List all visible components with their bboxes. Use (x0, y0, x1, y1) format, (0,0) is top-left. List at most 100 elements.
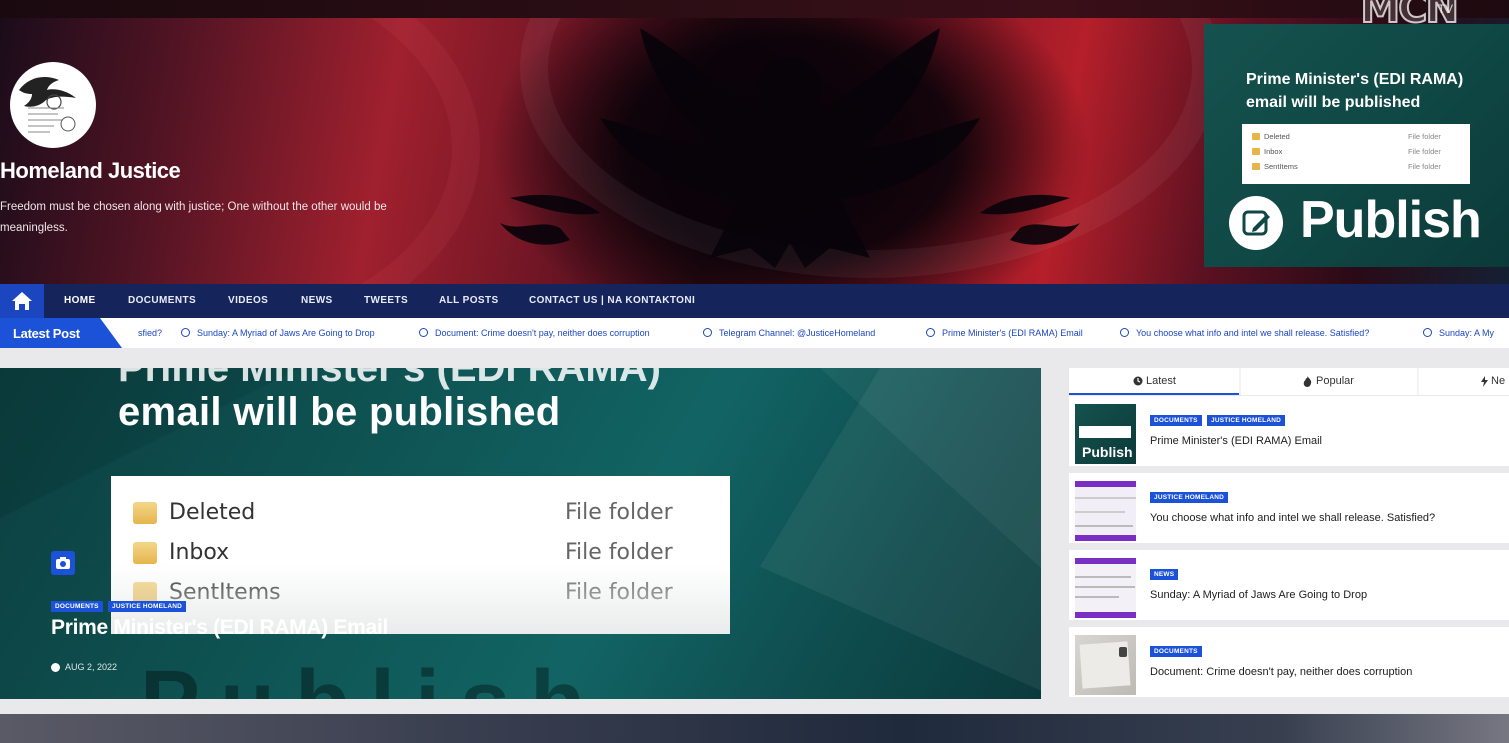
channel-watermark-sub: TV (1437, 2, 1453, 16)
clock-icon (703, 328, 712, 337)
thumb-bar (1075, 535, 1136, 541)
folder-icon (1252, 133, 1260, 140)
hero-file-row: SentItems File folder (133, 578, 713, 608)
category-badge[interactable]: NEWS (1150, 569, 1179, 580)
site-title[interactable]: Homeland Justice (0, 158, 181, 184)
hero-file-type: File folder (565, 540, 673, 565)
hero-top-text: Prime Minister's (EDI RAMA) (118, 368, 661, 390)
post-thumbnail (1075, 558, 1136, 618)
tab-popular[interactable]: Popular (1241, 368, 1417, 395)
ticker-item[interactable]: Document: Crime doesn't pay, neither doe… (435, 328, 650, 338)
tab-label: Popular (1316, 375, 1354, 387)
featured-post[interactable]: Prime Minister's (EDI RAMA) email will b… (0, 368, 1041, 699)
nav-item-all-posts[interactable]: ALL POSTS (439, 295, 499, 306)
category-badge[interactable]: DOCUMENTS (51, 601, 103, 612)
hero-title[interactable]: Prime Minister's (EDI RAMA) Email (51, 616, 388, 640)
clock-icon (51, 663, 60, 672)
thumb-line (1075, 497, 1136, 499)
camera-icon (51, 551, 75, 575)
site-header: Homeland Justice Freedom must be chosen … (0, 18, 1509, 284)
category-badge[interactable]: JUSTICE HOMELAND (1207, 415, 1286, 426)
nav-item-home[interactable]: HOME (64, 295, 96, 306)
thumb-line (1075, 511, 1125, 513)
post-title[interactable]: You choose what info and intel we shall … (1150, 512, 1435, 524)
promo-publish-text: Publish (1300, 191, 1482, 249)
clock-icon (1423, 328, 1432, 337)
thumb-line (1075, 525, 1133, 527)
latest-post-ticker: sfied? Sunday: A Myriad of Jaws Are Goin… (0, 318, 1509, 348)
sidebar-post[interactable]: JUSTICE HOMELAND You choose what info an… (1069, 473, 1509, 543)
flag-wave (0, 18, 480, 284)
tab-label: Ne (1491, 375, 1506, 387)
tab-new[interactable]: Ne (1419, 368, 1509, 395)
hero-file-list: Deleted File folder Inbox File folder Se… (111, 476, 730, 634)
category-badge[interactable]: DOCUMENTS (1150, 415, 1202, 426)
promo-file-name: Deleted (1264, 132, 1290, 141)
ticker-item[interactable]: Telegram Channel: @JusticeHomeland (719, 328, 875, 338)
home-icon (12, 292, 32, 310)
ticker-item[interactable]: Sunday: A My (1439, 328, 1494, 338)
eagle-emblem-icon (500, 28, 1080, 268)
thumb-photo (1119, 647, 1127, 657)
folder-icon (133, 502, 157, 524)
nav-item-documents[interactable]: DOCUMENTS (128, 295, 196, 306)
post-thumbnail (1075, 635, 1136, 695)
folder-icon (1252, 163, 1260, 170)
thumb-line (1075, 586, 1135, 588)
sidebar-tabs: Latest Popular Ne (1069, 368, 1509, 395)
ticker-item[interactable]: sfied? (138, 328, 162, 338)
ticker-item[interactable]: Prime Minister's (EDI RAMA) Email (942, 328, 1083, 338)
nav-item-tweets[interactable]: TWEETS (364, 295, 408, 306)
hero-file-row: Deleted File folder (133, 498, 713, 528)
ticker-label-text: Latest Post (13, 326, 80, 341)
ticker-item[interactable]: You choose what info and intel we shall … (1136, 328, 1369, 338)
post-title[interactable]: Prime Minister's (EDI RAMA) Email (1150, 435, 1322, 447)
clock-icon (419, 328, 428, 337)
hero-file-name: Inbox (169, 540, 230, 565)
site-tagline: Freedom must be chosen along with justic… (0, 201, 387, 234)
tab-latest[interactable]: Latest (1069, 368, 1239, 395)
thumb-publish-text: Publish (1082, 444, 1133, 460)
folder-icon (133, 542, 157, 564)
clock-icon (1120, 328, 1129, 337)
tab-active-indicator (1069, 393, 1239, 395)
thumb-line (1075, 596, 1119, 598)
nav-home-button[interactable] (0, 284, 44, 318)
thumb-file-panel (1079, 426, 1131, 438)
sidebar-post[interactable]: NEWS Sunday: A Myriad of Jaws Are Going … (1069, 550, 1509, 620)
category-badge[interactable]: JUSTICE HOMELAND (108, 601, 187, 612)
clock-icon (926, 328, 935, 337)
category-badge[interactable]: JUSTICE HOMELAND (1150, 492, 1229, 503)
hero-file-name: Deleted (169, 500, 256, 525)
bolt-icon (1481, 376, 1488, 387)
post-title[interactable]: Document: Crime doesn't pay, neither doe… (1150, 666, 1412, 678)
clock-icon (1133, 376, 1143, 386)
post-thumbnail (1075, 481, 1136, 541)
bottom-strip (0, 714, 1509, 743)
hero-file-row: Inbox File folder (133, 538, 713, 568)
fire-icon (1303, 376, 1312, 387)
ticker-label: Latest Post (0, 318, 122, 348)
top-dark-strip (0, 0, 1509, 18)
promo-card[interactable]: Prime Minister's (EDI RAMA) email will b… (1204, 24, 1509, 267)
main-nav: HOME DOCUMENTS VIDEOS NEWS TWEETS ALL PO… (0, 284, 1509, 318)
tab-label: Latest (1146, 375, 1176, 387)
site-logo[interactable] (10, 62, 96, 148)
hero-file-type: File folder (565, 580, 673, 605)
nav-item-news[interactable]: NEWS (301, 295, 333, 306)
hero-bg-publish-text: Publish (140, 652, 605, 699)
post-thumbnail: Publish (1075, 404, 1136, 464)
promo-file-type: File folder (1408, 147, 1441, 156)
ticker-item[interactable]: Sunday: A Myriad of Jaws Are Going to Dr… (197, 328, 375, 338)
sidebar-post[interactable]: DOCUMENTS Document: Crime doesn't pay, n… (1069, 627, 1509, 697)
thumb-bar (1075, 612, 1136, 618)
post-title[interactable]: Sunday: A Myriad of Jaws Are Going to Dr… (1150, 589, 1367, 601)
logo-sketch-icon (28, 107, 76, 133)
sidebar-post[interactable]: Publish DOCUMENTS JUSTICE HOMELAND Prime… (1069, 396, 1509, 466)
nav-item-videos[interactable]: VIDEOS (228, 295, 268, 306)
category-badge[interactable]: DOCUMENTS (1150, 646, 1202, 657)
clock-icon (181, 328, 190, 337)
promo-file-type: File folder (1408, 132, 1441, 141)
hero-date: AUG 2, 2022 (65, 662, 118, 672)
nav-item-contact[interactable]: CONTACT US | NA KONTAKTONI (529, 295, 695, 306)
